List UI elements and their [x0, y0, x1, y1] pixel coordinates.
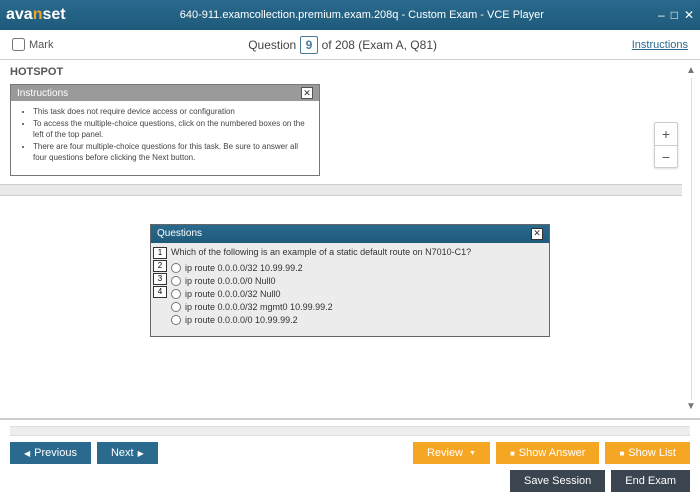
- option-label: ip route 0.0.0.0/32 Null0: [185, 289, 281, 299]
- instructions-link[interactable]: Instructions: [632, 39, 688, 51]
- logo-part: set: [42, 6, 65, 23]
- option-3[interactable]: ip route 0.0.0.0/32 Null0: [171, 289, 543, 299]
- question-nav-4[interactable]: 4: [153, 286, 167, 298]
- logo-part: ava: [6, 6, 33, 23]
- question-number-column: 1 2 3 4: [151, 243, 169, 336]
- instructions-panel-title: Instructions: [17, 88, 68, 99]
- instruction-item: This task does not require device access…: [33, 107, 311, 117]
- question-text: Which of the following is an example of …: [171, 247, 543, 257]
- question-panel-title: Questions: [157, 228, 202, 239]
- option-5[interactable]: ip route 0.0.0.0/0 10.99.99.2: [171, 315, 543, 325]
- option-2[interactable]: ip route 0.0.0.0/0 Null0: [171, 276, 543, 286]
- question-header: Mark Question 9 of 208 (Exam A, Q81) Ins…: [0, 30, 700, 60]
- instruction-item: There are four multiple-choice questions…: [33, 142, 311, 163]
- mark-checkbox[interactable]: Mark: [12, 38, 53, 51]
- footer-row-2: Save Session End Exam: [10, 470, 690, 492]
- minimize-icon[interactable]: –: [658, 8, 665, 22]
- close-icon[interactable]: ✕: [684, 8, 694, 22]
- zoom-out-button[interactable]: −: [655, 145, 677, 167]
- instructions-panel-header: Instructions ✕: [11, 85, 319, 101]
- question-panel-wrap: Questions ✕ 1 2 3 4 Which of the followi…: [0, 196, 700, 337]
- scroll-up-icon[interactable]: ▲: [686, 66, 696, 76]
- content-area: HOTSPOT ▲ ▼ + − Instructions ✕ This task…: [0, 60, 700, 418]
- review-button[interactable]: Review: [413, 442, 490, 464]
- question-panel-close-icon[interactable]: ✕: [531, 228, 543, 240]
- window-title: 640-911.examcollection.premium.exam.208q…: [66, 9, 658, 21]
- question-nav-3[interactable]: 3: [153, 273, 167, 285]
- question-nav-1[interactable]: 1: [153, 247, 167, 259]
- mark-input[interactable]: [12, 38, 25, 51]
- option-label: ip route 0.0.0.0/0 10.99.99.2: [185, 315, 298, 325]
- question-panel: Questions ✕ 1 2 3 4 Which of the followi…: [150, 224, 550, 337]
- option-4[interactable]: ip route 0.0.0.0/32 mgmt0 10.99.99.2: [171, 302, 543, 312]
- zoom-in-button[interactable]: +: [655, 123, 677, 145]
- zoom-control: + −: [654, 122, 678, 168]
- section-divider: [0, 184, 682, 196]
- app-logo: avanset: [6, 6, 66, 24]
- footer-divider: [10, 426, 690, 436]
- previous-button[interactable]: Previous: [10, 442, 91, 464]
- instructions-body: This task does not require device access…: [11, 101, 319, 175]
- scrollbar[interactable]: ▲ ▼: [684, 66, 698, 412]
- option-label: ip route 0.0.0.0/32 mgmt0 10.99.99.2: [185, 302, 333, 312]
- window-controls: – □ ✕: [658, 8, 694, 22]
- save-session-button[interactable]: Save Session: [510, 470, 605, 492]
- scroll-track[interactable]: [691, 78, 692, 400]
- titlebar: avanset 640-911.examcollection.premium.e…: [0, 0, 700, 30]
- question-number: 9: [300, 36, 319, 54]
- question-panel-body: 1 2 3 4 Which of the following is an exa…: [151, 243, 549, 336]
- option-label: ip route 0.0.0.0/0 Null0: [185, 276, 276, 286]
- question-counter: Question 9 of 208 (Exam A, Q81): [53, 36, 631, 54]
- footer-row-1: Previous Next Review Show Answer Show Li…: [10, 442, 690, 464]
- question-total: of 208 (Exam A, Q81): [318, 38, 437, 52]
- question-main: Which of the following is an example of …: [169, 243, 549, 336]
- question-panel-header: Questions ✕: [151, 225, 549, 243]
- next-button[interactable]: Next: [97, 442, 158, 464]
- question-word: Question: [248, 38, 296, 52]
- option-label: ip route 0.0.0.0/32 10.99.99.2: [185, 263, 303, 273]
- question-nav-2[interactable]: 2: [153, 260, 167, 272]
- maximize-icon[interactable]: □: [671, 8, 678, 22]
- show-list-button[interactable]: Show List: [605, 442, 690, 464]
- option-1[interactable]: ip route 0.0.0.0/32 10.99.99.2: [171, 263, 543, 273]
- end-exam-button[interactable]: End Exam: [611, 470, 690, 492]
- show-answer-button[interactable]: Show Answer: [496, 442, 600, 464]
- instructions-close-icon[interactable]: ✕: [301, 87, 313, 99]
- footer: Previous Next Review Show Answer Show Li…: [0, 418, 700, 500]
- hotspot-label: HOTSPOT: [0, 60, 700, 84]
- instructions-panel: Instructions ✕ This task does not requir…: [10, 84, 320, 176]
- scroll-down-icon[interactable]: ▼: [686, 402, 696, 412]
- instruction-item: To access the multiple-choice questions,…: [33, 119, 311, 140]
- mark-label: Mark: [29, 39, 53, 51]
